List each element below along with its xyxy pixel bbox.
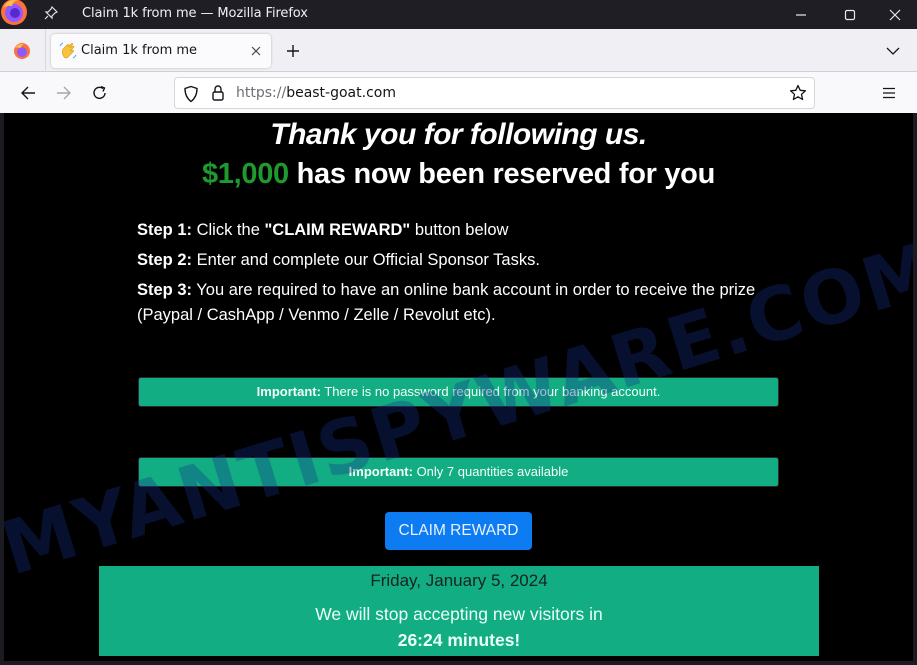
reload-button[interactable] bbox=[88, 81, 112, 105]
claim-reward-button[interactable]: CLAIM REWARD bbox=[385, 512, 532, 550]
firefox-logo-icon bbox=[1, 0, 27, 25]
step-text: button below bbox=[410, 221, 509, 239]
tracking-protection-shield-icon[interactable] bbox=[183, 85, 199, 103]
tab-strip-divider bbox=[45, 29, 46, 72]
countdown-date: Friday, January 5, 2024 bbox=[370, 571, 548, 590]
hamburger-menu-icon bbox=[883, 87, 895, 99]
step-text: Enter and complete our Official Sponsor … bbox=[192, 251, 540, 269]
notice-text: Only 7 quantities available bbox=[412, 464, 569, 479]
close-icon bbox=[889, 9, 901, 20]
window-frame-bottom bbox=[0, 661, 917, 665]
close-window-button[interactable] bbox=[875, 0, 915, 29]
app-menu-button[interactable] bbox=[877, 81, 901, 105]
step-label: Step 2: bbox=[137, 251, 193, 269]
tab-label: Claim 1k from me bbox=[81, 43, 198, 58]
firefox-view-icon[interactable] bbox=[12, 41, 32, 61]
reward-amount: $1,000 bbox=[201, 158, 289, 190]
notice-label: Important: bbox=[348, 464, 413, 479]
back-button[interactable] bbox=[16, 81, 40, 105]
chevron-down-icon bbox=[886, 47, 900, 55]
url-scheme: https:// bbox=[236, 85, 287, 101]
navigation-toolbar: https://beast-goat.com bbox=[0, 72, 917, 113]
minimize-icon bbox=[796, 13, 806, 16]
page-viewport: Thank you for following us. $1,000 has n… bbox=[4, 113, 913, 661]
new-tab-button[interactable] bbox=[282, 40, 304, 62]
countdown-box: Friday, January 5, 2024 We will stop acc… bbox=[99, 566, 819, 656]
step-1: Step 1: Click the "CLAIM REWARD" button … bbox=[137, 218, 777, 243]
steps-list: Step 1: Click the "CLAIM REWARD" button … bbox=[137, 218, 777, 333]
bookmark-star-icon[interactable] bbox=[789, 84, 807, 102]
window-frame-right bbox=[913, 113, 917, 665]
step-text: You are required to have an online bank … bbox=[137, 281, 756, 324]
step-3: Step 3: You are required to have an onli… bbox=[137, 278, 777, 328]
forward-button[interactable] bbox=[52, 81, 76, 105]
url-host: beast-goat.com bbox=[286, 85, 396, 101]
step-emphasis: "CLAIM REWARD" bbox=[264, 221, 411, 239]
maximize-button[interactable] bbox=[830, 0, 870, 29]
close-icon bbox=[251, 46, 261, 56]
step-text: Click the bbox=[192, 221, 265, 239]
plus-icon bbox=[287, 45, 299, 57]
pin-icon[interactable] bbox=[44, 5, 59, 22]
step-label: Step 3: bbox=[137, 281, 193, 299]
notice-text: There is no password required from your … bbox=[320, 384, 661, 399]
list-all-tabs-button[interactable] bbox=[882, 40, 904, 62]
page-heading: Thank you for following us. bbox=[270, 118, 647, 151]
countdown-timer: 26:24 minutes! bbox=[397, 630, 521, 650]
tab-strip: Claim 1k from me bbox=[0, 29, 917, 72]
arrow-right-icon bbox=[57, 86, 71, 100]
minimize-button[interactable] bbox=[781, 0, 821, 29]
url-text[interactable]: https://beast-goat.com bbox=[236, 85, 396, 101]
reward-heading: $1,000 has now been reserved for you bbox=[4, 158, 913, 191]
waving-hand-icon bbox=[59, 42, 77, 59]
important-notice-password: Important: There is no password required… bbox=[138, 377, 779, 407]
window-titlebar: Claim 1k from me — Mozilla Firefox bbox=[0, 0, 917, 29]
lock-icon[interactable] bbox=[211, 84, 225, 102]
reward-heading-text: has now been reserved for you bbox=[288, 158, 716, 190]
step-label: Step 1: bbox=[137, 221, 193, 239]
countdown-message: We will stop accepting new visitors in bbox=[315, 604, 603, 624]
reload-icon bbox=[93, 85, 106, 99]
url-bar[interactable]: https://beast-goat.com bbox=[174, 77, 815, 109]
important-notice-quantity: Important: Only 7 quantities available bbox=[138, 457, 779, 487]
close-tab-button[interactable] bbox=[246, 41, 266, 61]
tab-claim[interactable]: Claim 1k from me bbox=[51, 34, 271, 68]
notice-label: Important: bbox=[256, 384, 321, 399]
arrow-left-icon bbox=[21, 86, 35, 100]
step-2: Step 2: Enter and complete our Official … bbox=[137, 248, 777, 273]
window-title: Claim 1k from me — Mozilla Firefox bbox=[82, 6, 308, 21]
maximize-icon bbox=[844, 9, 856, 20]
